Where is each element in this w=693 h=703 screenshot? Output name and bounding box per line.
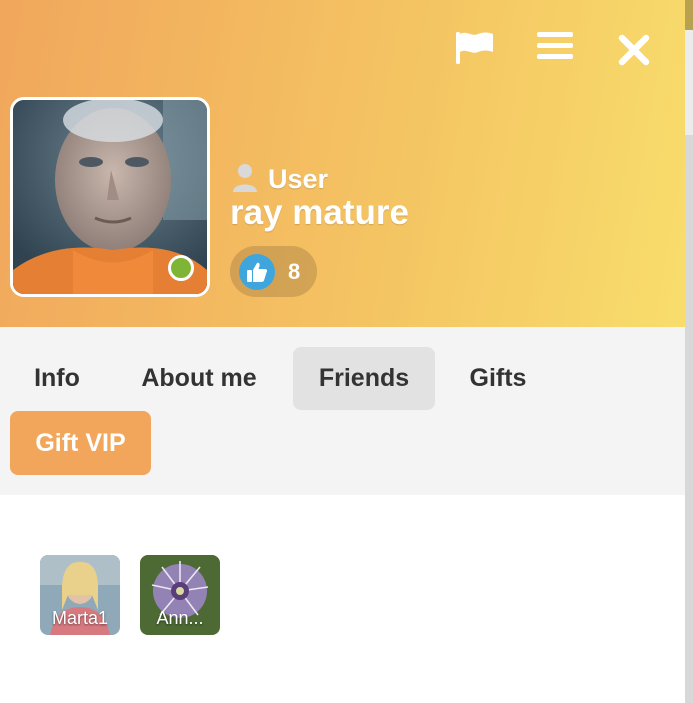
friend-card[interactable]: Marta1 bbox=[40, 555, 120, 635]
header-actions bbox=[450, 28, 660, 72]
tab-about-me[interactable]: About me bbox=[116, 347, 282, 410]
gift-vip-button[interactable]: Gift VIP bbox=[10, 411, 151, 475]
close-button[interactable] bbox=[610, 28, 658, 72]
profile-username: ray mature bbox=[230, 193, 409, 232]
hamburger-menu-icon bbox=[537, 32, 573, 59]
tab-gifts[interactable]: Gifts bbox=[446, 347, 550, 410]
user-icon bbox=[233, 164, 257, 192]
role-label: User bbox=[268, 164, 329, 194]
background-strip bbox=[685, 30, 693, 135]
friend-name: Marta1 bbox=[51, 608, 109, 628]
friend-name: Ann... bbox=[156, 608, 204, 628]
thumbs-up-icon bbox=[247, 262, 267, 282]
close-icon bbox=[618, 34, 650, 66]
tab-friends[interactable]: Friends bbox=[293, 347, 435, 410]
profile-tabs: Info About me Friends Gifts Gift VIP bbox=[0, 327, 685, 495]
likes-button[interactable]: 8 bbox=[230, 246, 317, 297]
background-window-edge bbox=[685, 0, 693, 703]
online-status-indicator bbox=[168, 255, 194, 281]
profile-header: User ray mature 8 bbox=[0, 0, 685, 327]
background-strip bbox=[685, 0, 693, 30]
tab-info[interactable]: Info bbox=[10, 347, 104, 410]
report-button[interactable] bbox=[450, 28, 498, 72]
menu-button[interactable] bbox=[531, 28, 579, 72]
flag-icon bbox=[456, 32, 493, 64]
profile-panel: User ray mature 8 Info About me Friends … bbox=[0, 0, 685, 703]
likes-count: 8 bbox=[288, 259, 301, 284]
friend-card[interactable]: Ann... bbox=[140, 555, 220, 635]
like-badge bbox=[239, 254, 275, 290]
